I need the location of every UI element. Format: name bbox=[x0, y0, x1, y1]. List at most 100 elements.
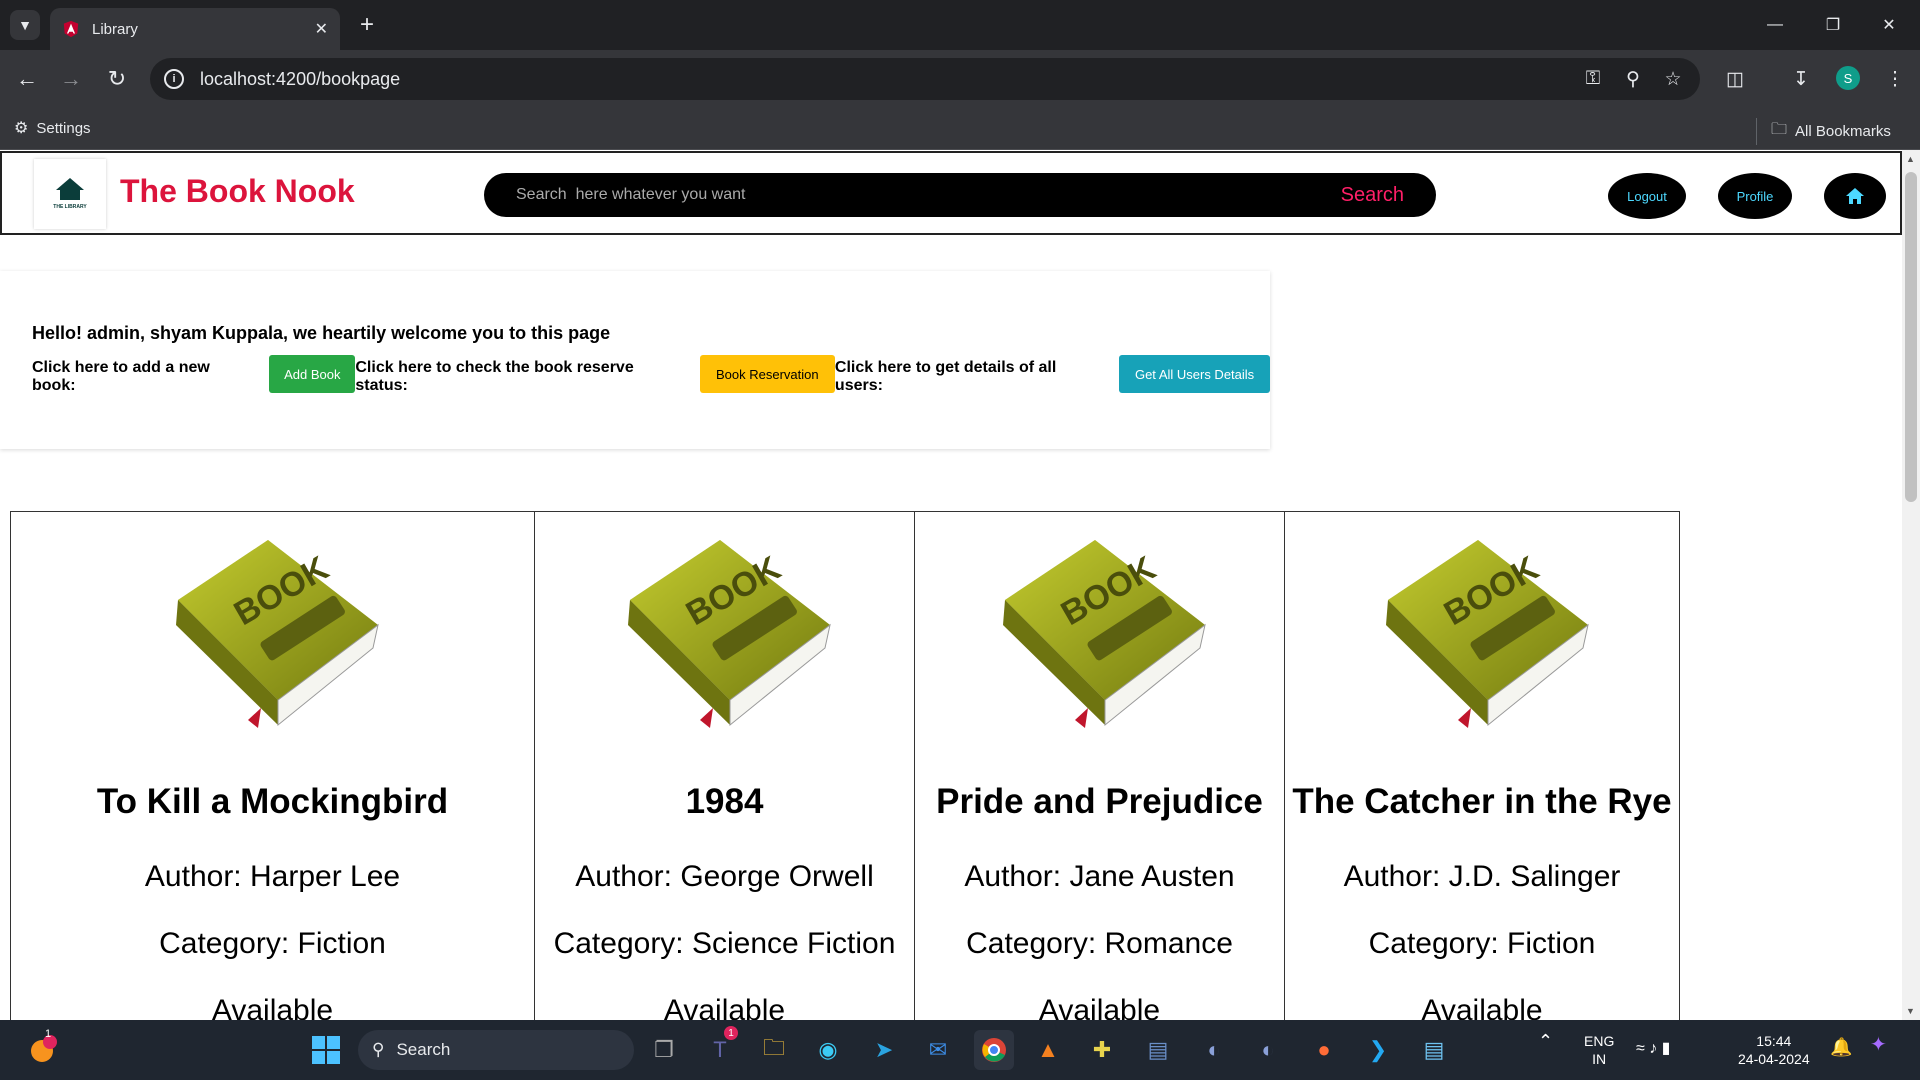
url-text: localhost:4200/bookpage bbox=[200, 68, 401, 89]
angular-favicon-icon bbox=[63, 20, 79, 38]
scroll-up-icon[interactable]: ▲ bbox=[1906, 154, 1915, 164]
book-reservation-button[interactable]: Book Reservation bbox=[699, 355, 835, 393]
welcome-panel: Hello! admin, shyam Kuppala, we heartily… bbox=[0, 271, 1270, 449]
weather-widget-icon[interactable]: 1 bbox=[22, 1028, 62, 1070]
telegram-icon[interactable]: ➤ bbox=[864, 1030, 904, 1070]
vscode-icon[interactable]: ❯ bbox=[1358, 1030, 1398, 1070]
copilot-icon[interactable]: ✦ bbox=[1870, 1035, 1887, 1055]
taskbar-search[interactable]: ⚲ Search bbox=[358, 1030, 634, 1070]
site-navbar: THE LIBRARY The Book Nook Search Logout … bbox=[0, 151, 1902, 235]
eclipse-icon[interactable]: ◐ bbox=[1194, 1030, 1234, 1070]
wifi-volume-battery-icon[interactable]: ≈ ♪ ▮ bbox=[1636, 1040, 1670, 1058]
language-indicator[interactable]: ENG IN bbox=[1584, 1032, 1614, 1068]
teams-icon[interactable]: T 1 bbox=[700, 1026, 740, 1070]
home-icon bbox=[1846, 188, 1864, 204]
tab-close-icon[interactable]: ✕ bbox=[315, 19, 328, 39]
browser-toolbar: ← → ↻ i localhost:4200/bookpage ⚿ ⚲ ☆ ◫ … bbox=[0, 50, 1920, 108]
site-info-icon[interactable]: i bbox=[164, 69, 184, 89]
library-logo: THE LIBRARY bbox=[34, 159, 106, 229]
book-status: Available bbox=[1421, 994, 1543, 1020]
logout-button[interactable]: Logout bbox=[1608, 173, 1686, 219]
book-category: Category: Science Fiction bbox=[553, 927, 896, 960]
notification-bell-icon[interactable]: 🔔 bbox=[1830, 1038, 1852, 1056]
bookmarks-bar: ⚙ Settings 🗀 All Bookmarks bbox=[0, 108, 1920, 150]
home-button[interactable] bbox=[1824, 173, 1886, 219]
settings-bookmark[interactable]: ⚙ Settings bbox=[14, 118, 91, 138]
book-title: Pride and Prejudice bbox=[936, 782, 1263, 821]
book-cover-image: BOOK bbox=[1358, 530, 1608, 740]
back-icon[interactable]: ← bbox=[12, 64, 42, 94]
book-card[interactable]: BOOK 1984 Author: George Orwell Category… bbox=[534, 511, 914, 1020]
chrome-icon[interactable] bbox=[974, 1030, 1014, 1070]
notepad-icon[interactable]: ▤ bbox=[1414, 1030, 1454, 1070]
vlc-icon[interactable]: ▲ bbox=[1028, 1030, 1068, 1070]
window-close-icon[interactable]: ✕ bbox=[1866, 10, 1912, 40]
book-card[interactable]: BOOK To Kill a Mockingbird Author: Harpe… bbox=[10, 511, 534, 1020]
task-view-icon[interactable]: ❐ bbox=[644, 1030, 684, 1070]
add-book-prompt: Click here to add a new book: bbox=[32, 359, 210, 394]
book-card[interactable]: BOOK The Catcher in the Rye Author: J.D.… bbox=[1284, 511, 1680, 1020]
browser-tab-bar: ▼ Library ✕ + — ❐ ✕ bbox=[0, 0, 1920, 50]
book-status: Available bbox=[211, 994, 334, 1020]
book-cover-image: BOOK bbox=[148, 530, 398, 740]
book-cover-image: BOOK bbox=[600, 530, 850, 740]
page-scrollbar[interactable]: ▲ ▼ bbox=[1902, 150, 1920, 1020]
password-key-icon[interactable]: ⚿ bbox=[1578, 64, 1608, 94]
admin-actions: Click here to add a new book: Add Book C… bbox=[32, 355, 1270, 395]
address-bar[interactable]: i localhost:4200/bookpage bbox=[150, 58, 1700, 100]
windows-start-icon[interactable] bbox=[306, 1030, 346, 1070]
postman-icon[interactable]: ● bbox=[1304, 1030, 1344, 1070]
restore-icon[interactable]: ❐ bbox=[1810, 10, 1856, 40]
tray-chevron-icon[interactable]: ⌃ bbox=[1538, 1032, 1553, 1050]
profile-avatar[interactable]: S bbox=[1836, 66, 1860, 90]
extensions-icon[interactable]: ◫ bbox=[1720, 64, 1750, 94]
more-menu-icon[interactable]: ⋮ bbox=[1880, 64, 1910, 94]
reload-icon[interactable]: ↻ bbox=[102, 64, 132, 94]
search-input[interactable] bbox=[516, 186, 1341, 204]
bookmark-star-icon[interactable]: ☆ bbox=[1658, 64, 1688, 94]
eclipse-2-icon[interactable]: ◐ bbox=[1248, 1030, 1288, 1070]
app-plus-icon[interactable]: ✚ bbox=[1082, 1030, 1122, 1070]
book-author: Author: Harper Lee bbox=[144, 860, 401, 893]
minimize-icon[interactable]: — bbox=[1752, 10, 1798, 40]
book-cover-image: BOOK bbox=[975, 530, 1225, 740]
users-prompt: Click here to get details of all users: bbox=[834, 359, 1057, 394]
book-title: 1984 bbox=[685, 782, 764, 821]
book-category: Category: Romance bbox=[966, 927, 1233, 960]
download-icon[interactable]: ↧ bbox=[1786, 64, 1816, 94]
welcome-heading: Hello! admin, shyam Kuppala, we heartily… bbox=[32, 323, 611, 343]
all-bookmarks[interactable]: 🗀 All Bookmarks bbox=[1756, 118, 1891, 145]
new-tab-icon[interactable]: + bbox=[352, 10, 382, 40]
book-status: Available bbox=[663, 994, 786, 1020]
book-card[interactable]: BOOK Pride and Prejudice Author: Jane Au… bbox=[914, 511, 1284, 1020]
clock[interactable]: 15:44 24-04-2024 bbox=[1738, 1032, 1810, 1068]
reserve-prompt: Click here to check the book reserve sta… bbox=[355, 359, 634, 394]
forward-icon[interactable]: → bbox=[56, 64, 86, 94]
brand-title: The Book Nook bbox=[120, 173, 355, 209]
book-status: Available bbox=[1038, 994, 1161, 1020]
get-all-users-button[interactable]: Get All Users Details bbox=[1119, 355, 1270, 393]
gear-icon: ⚙ bbox=[14, 120, 29, 137]
zoom-icon[interactable]: ⚲ bbox=[1618, 64, 1648, 94]
book-title: To Kill a Mockingbird bbox=[96, 782, 449, 821]
ssms-icon[interactable]: ▤ bbox=[1138, 1030, 1178, 1070]
page-viewport: THE LIBRARY The Book Nook Search Logout … bbox=[0, 150, 1902, 1020]
book-title: The Catcher in the Rye bbox=[1292, 782, 1672, 821]
book-author: Author: J.D. Salinger bbox=[1343, 860, 1621, 893]
search-icon: ⚲ bbox=[372, 1040, 385, 1059]
folder-icon: 🗀 bbox=[1771, 121, 1788, 138]
add-book-button[interactable]: Add Book bbox=[269, 355, 356, 393]
mail-icon[interactable]: ✉ bbox=[918, 1030, 958, 1070]
windows-taskbar: 1 ⚲ Search ❐ T 1 🗀 ◉ ➤ ✉ ▲ ✚ ▤ ◐ ◐ ● ❯ ▤… bbox=[0, 1020, 1920, 1080]
book-author: Author: George Orwell bbox=[575, 860, 874, 893]
scrollbar-thumb[interactable] bbox=[1905, 172, 1917, 502]
scroll-down-icon[interactable]: ▼ bbox=[1906, 1006, 1915, 1016]
browser-tab[interactable]: Library ✕ bbox=[50, 8, 340, 50]
file-explorer-icon[interactable]: 🗀 bbox=[754, 1030, 794, 1070]
tab-search-chevron-icon[interactable]: ▼ bbox=[10, 10, 40, 40]
profile-button[interactable]: Profile bbox=[1718, 173, 1792, 219]
edge-icon[interactable]: ◉ bbox=[808, 1030, 848, 1070]
tab-title: Library bbox=[92, 20, 138, 38]
search-button[interactable]: Search bbox=[1341, 184, 1404, 207]
book-category: Category: Fiction bbox=[1368, 927, 1596, 960]
